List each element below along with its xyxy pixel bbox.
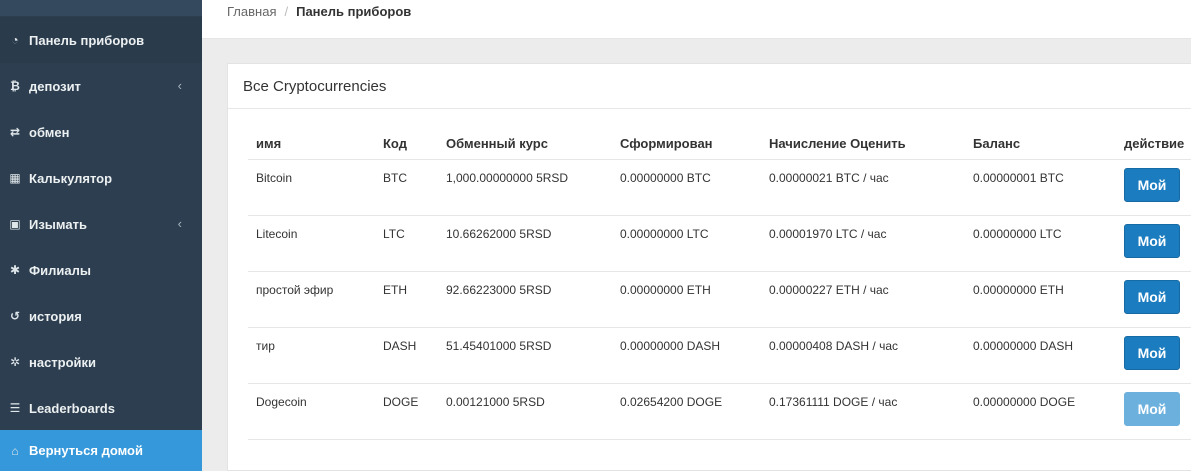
crypto-panel: Все Cryptocurrencies имя Код Обменный ку… (227, 63, 1191, 471)
sidebar-item-label: депозит (29, 78, 81, 94)
column-header-generated: Сформирован (612, 128, 761, 160)
sidebar-item-calculator[interactable]: ▦ Калькулятор (0, 155, 202, 201)
history-icon: ↺ (9, 309, 21, 323)
table-row: Bitcoin BTC 1,000.00000000 5RSD 0.000000… (248, 159, 1191, 216)
cell-generated: 0.02654200 DOGE (612, 383, 761, 440)
sidebar-item-settings[interactable]: ✲ настройки (0, 339, 202, 385)
column-header-rate: Обменный курс (438, 128, 612, 160)
cell-rate: 92.66223000 5RSD (438, 271, 612, 328)
cell-action: Мой (1116, 271, 1191, 328)
cell-accrual: 0.00000408 DASH / час (761, 327, 965, 384)
breadcrumb-separator: / (284, 4, 289, 19)
sidebar-item-label: Калькулятор (29, 170, 113, 186)
sidebar-item-exchange[interactable]: ⇄ обмен (0, 109, 202, 155)
cell-rate: 1,000.00000000 5RSD (438, 159, 612, 216)
cell-name: Bitcoin (248, 159, 375, 216)
cell-action: Мой (1116, 327, 1191, 384)
chevron-left-icon: ‹ (177, 216, 182, 231)
column-header-accrual: Начисление Оценить (761, 128, 965, 160)
mine-button[interactable]: Мой (1124, 167, 1180, 202)
gear-icon: ✲ (9, 355, 21, 369)
cell-name: простой эфир (248, 271, 375, 328)
sidebar-item-label: Leaderboards (29, 400, 115, 416)
breadcrumb: Главная / Панель приборов (227, 4, 411, 19)
cell-name: Dogecoin (248, 383, 375, 440)
bitcoin-icon: ₿ (10, 79, 20, 93)
cell-code: LTC (375, 215, 438, 272)
sidebar-item-label: настройки (29, 354, 97, 370)
users-icon: ✱ (9, 263, 21, 277)
sidebar-item-withdraw[interactable]: ▣ Изымать ‹ (0, 201, 202, 247)
mine-button[interactable]: Мой (1124, 335, 1180, 370)
table-row: Litecoin LTC 10.66262000 5RSD 0.00000000… (248, 215, 1191, 272)
cell-balance: 0.00000000 LTC (965, 215, 1116, 272)
breadcrumb-bar: Главная / Панель приборов (202, 0, 1191, 39)
sidebar-item-label: история (29, 308, 82, 324)
cell-generated: 0.00000000 ETH (612, 271, 761, 328)
column-header-name: имя (248, 128, 375, 160)
sidebar-header (0, 0, 202, 16)
cell-rate: 51.45401000 5RSD (438, 327, 612, 384)
home-icon: ⌂ (11, 443, 19, 458)
cell-accrual: 0.00000227 ETH / час (761, 271, 965, 328)
chevron-left-icon: ‹ (177, 78, 182, 93)
cell-balance: 0.00000000 ETH (965, 271, 1116, 328)
sidebar-item-label: Изымать (29, 216, 87, 232)
cell-rate: 0.00121000 5RSD (438, 383, 612, 440)
panel-title: Все Cryptocurrencies (228, 64, 1191, 109)
crypto-table: имя Код Обменный курс Сформирован Начисл… (248, 128, 1191, 440)
column-header-balance: Баланс (965, 128, 1116, 160)
sidebar-item-history[interactable]: ↺ история (0, 293, 202, 339)
dashboard-icon: ◔ (11, 33, 19, 47)
cell-generated: 0.00000000 DASH (612, 327, 761, 384)
cell-generated: 0.00000000 LTC (612, 215, 761, 272)
cell-accrual: 0.00000021 BTC / час (761, 159, 965, 216)
sidebar-item-label: Панель приборов (29, 32, 145, 48)
cell-balance: 0.00000000 DOGE (965, 383, 1116, 440)
sidebar-item-dashboard[interactable]: ◔ Панель приборов (0, 17, 202, 63)
sidebar: ◔ Панель приборов ₿ депозит ‹ ⇄ обмен ▦ … (0, 0, 202, 471)
cell-code: BTC (375, 159, 438, 216)
cell-action: Мой (1116, 383, 1191, 440)
cell-action: Мой (1116, 159, 1191, 216)
cell-accrual: 0.17361111 DOGE / час (761, 383, 965, 440)
table-row: тир DASH 51.45401000 5RSD 0.00000000 DAS… (248, 327, 1191, 384)
cell-code: ETH (375, 271, 438, 328)
calculator-icon: ▦ (9, 171, 21, 185)
cell-code: DASH (375, 327, 438, 384)
sidebar-item-home[interactable]: ⌂ Вернуться домой (0, 430, 202, 471)
sidebar-item-leaderboards[interactable]: ☰ Leaderboards (0, 385, 202, 431)
table-header-row: имя Код Обменный курс Сформирован Начисл… (248, 128, 1191, 160)
sidebar-item-label: Вернуться домой (29, 443, 143, 458)
table-row: простой эфир ETH 92.66223000 5RSD 0.0000… (248, 271, 1191, 328)
sidebar-item-affiliates[interactable]: ✱ Филиалы (0, 247, 202, 293)
cell-balance: 0.00000000 DASH (965, 327, 1116, 384)
column-header-action: действие (1116, 128, 1191, 160)
mine-button[interactable]: Мой (1124, 223, 1180, 258)
cell-code: DOGE (375, 383, 438, 440)
table-row: Dogecoin DOGE 0.00121000 5RSD 0.02654200… (248, 383, 1191, 440)
exchange-icon: ⇄ (9, 125, 21, 139)
column-header-code: Код (375, 128, 438, 160)
sidebar-item-deposit[interactable]: ₿ депозит ‹ (0, 63, 202, 109)
breadcrumb-home-link[interactable]: Главная (227, 4, 276, 19)
cell-rate: 10.66262000 5RSD (438, 215, 612, 272)
list-icon: ☰ (9, 401, 21, 415)
breadcrumb-current: Панель приборов (296, 4, 412, 19)
mine-button[interactable]: Мой (1124, 391, 1180, 426)
cell-balance: 0.00000001 BTC (965, 159, 1116, 216)
cell-name: тир (248, 327, 375, 384)
sidebar-item-label: Филиалы (29, 262, 91, 278)
mine-button[interactable]: Мой (1124, 279, 1180, 314)
cell-name: Litecoin (248, 215, 375, 272)
cell-action: Мой (1116, 215, 1191, 272)
cell-generated: 0.00000000 BTC (612, 159, 761, 216)
sidebar-item-label: обмен (29, 124, 70, 140)
cell-accrual: 0.00001970 LTC / час (761, 215, 965, 272)
money-icon: ▣ (9, 217, 21, 231)
